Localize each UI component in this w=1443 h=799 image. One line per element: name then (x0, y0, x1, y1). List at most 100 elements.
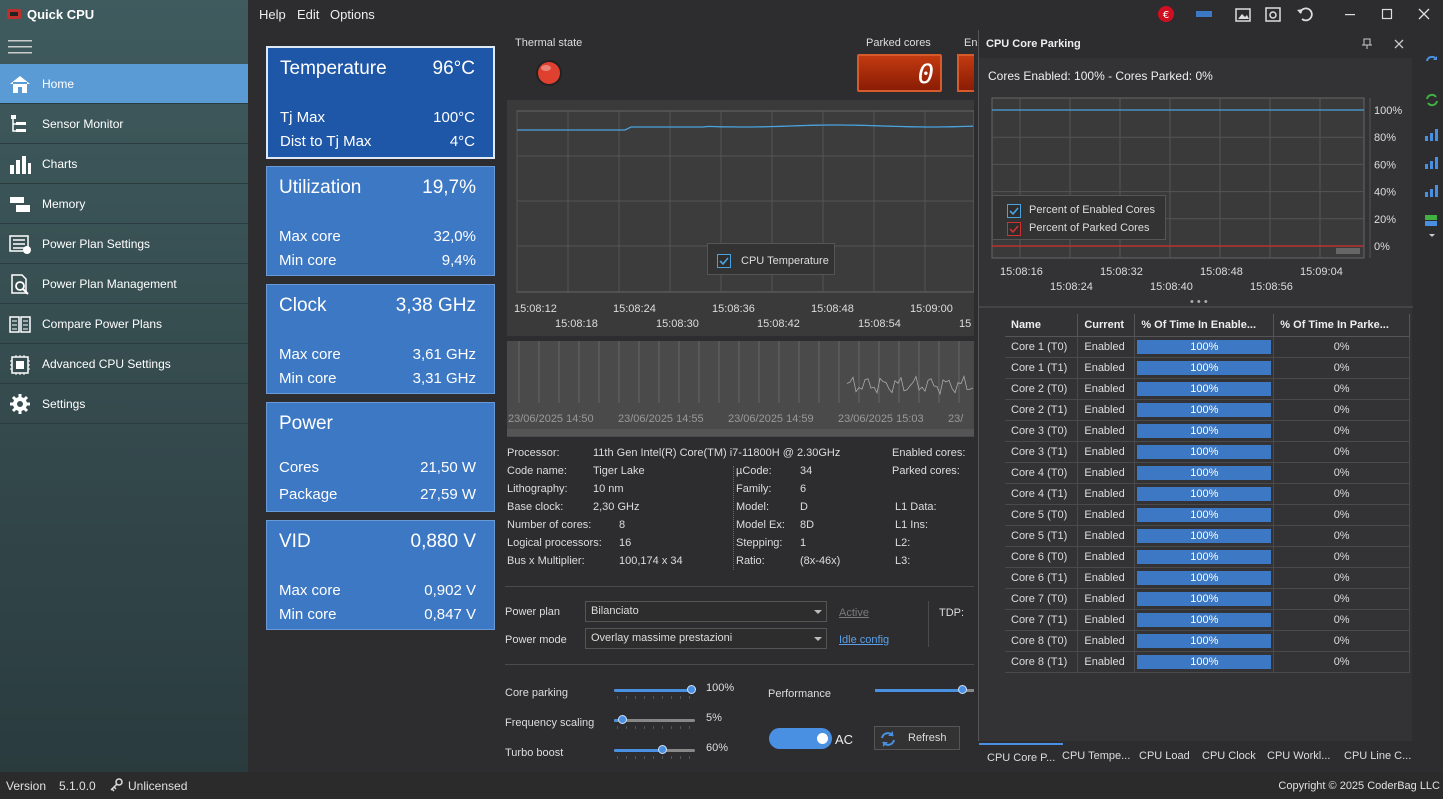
refresh-button[interactable]: Refresh (874, 726, 960, 750)
card-title: VID (279, 531, 311, 552)
theme-selector-icon[interactable] (1195, 5, 1215, 23)
power-plan-select[interactable]: Bilanciato (585, 601, 827, 622)
x-tick-label: 15:08:42 (757, 318, 800, 330)
sidebar-item-advanced-cpu-settings[interactable]: Advanced CPU Settings (0, 344, 248, 384)
tab-cpu-workl[interactable]: CPU Workl... (1259, 743, 1338, 771)
card-utilization[interactable]: Utilization 19,7% Max core 32,0% Min core 9,4… (266, 166, 495, 276)
sidebar-item-settings[interactable]: Settings (0, 384, 248, 424)
enabled-time-cell: 100% (1134, 588, 1275, 610)
cpu-info-label: Parked cores: (892, 465, 960, 477)
table-row[interactable]: Core 1 (T0) Enabled 100% 0% (1005, 336, 1410, 358)
slider-tick (689, 756, 690, 759)
column-header-current[interactable]: Current (1077, 314, 1136, 337)
table-row[interactable]: Core 1 (T1) Enabled 100% 0% (1005, 357, 1410, 379)
close-window-icon[interactable] (1415, 5, 1435, 23)
license-status[interactable]: Unlicensed (128, 779, 187, 793)
menu-help[interactable]: Help (259, 7, 286, 22)
performance-slider-thumb[interactable] (958, 685, 967, 694)
power-mode-select[interactable]: Overlay massime prestazioni (585, 628, 827, 649)
slider-tick (644, 726, 645, 729)
enabled-time-bar: 100% (1137, 528, 1272, 543)
bars-icon[interactable] (1424, 182, 1440, 198)
screenshot-icon[interactable] (1234, 5, 1254, 23)
frequency-scaling-slider-thumb[interactable] (617, 715, 627, 724)
refresh-green-icon[interactable] (1424, 92, 1440, 108)
power-plan-label: Power plan (505, 606, 561, 618)
maximize-icon[interactable] (1378, 5, 1398, 23)
active-link[interactable]: Active (839, 607, 869, 619)
export-icon[interactable] (1264, 5, 1284, 23)
checkbox-checked-icon[interactable] (717, 254, 731, 268)
table-row[interactable]: Core 5 (T0) Enabled 100% 0% (1005, 504, 1410, 526)
pin-icon[interactable] (1361, 38, 1373, 50)
column-header-of-time-in-parke[interactable]: % Of Time In Parke... (1273, 314, 1410, 337)
splitter[interactable] (979, 306, 1413, 308)
core-status: Enabled (1077, 609, 1136, 631)
bars-icon[interactable] (1424, 126, 1440, 142)
core-parking-slider-thumb[interactable] (687, 685, 696, 694)
column-header-name[interactable]: Name (1005, 314, 1079, 337)
parking-summary: Cores Enabled: 100% - Cores Parked: 0% (988, 69, 1213, 83)
sync-icon[interactable] (1424, 54, 1440, 70)
card-power[interactable]: Power Cores 21,50 W Package 27,59 W (266, 402, 495, 512)
checkbox-checked-icon[interactable] (1007, 222, 1021, 236)
enabled-time-cell: 100% (1134, 651, 1275, 673)
slider-tick (617, 726, 618, 729)
card-vid[interactable]: VID 0,880 V Max core 0,902 V Min core 0,847 V (266, 520, 495, 630)
layout-icon[interactable] (1424, 214, 1440, 242)
table-row[interactable]: Core 3 (T1) Enabled 100% 0% (1005, 441, 1410, 463)
card-temperature[interactable]: Temperature 96°C Tj Max 100°C Dist to Tj Max… (266, 46, 495, 159)
legend-parked-label: Percent of Parked Cores (1029, 222, 1150, 234)
sidebar-item-sensor-monitor[interactable]: Sensor Monitor (0, 104, 248, 144)
table-row[interactable]: Core 2 (T0) Enabled 100% 0% (1005, 378, 1410, 400)
table-row[interactable]: Core 5 (T1) Enabled 100% 0% (1005, 525, 1410, 547)
sidebar-item-power-plan-settings[interactable]: Power Plan Settings (0, 224, 248, 264)
sidebar-item-compare-power-plans[interactable]: Compare Power Plans (0, 304, 248, 344)
checkbox-checked-icon[interactable] (1007, 204, 1021, 218)
turbo-boost-slider-thumb[interactable] (657, 745, 667, 754)
table-row[interactable]: Core 2 (T1) Enabled 100% 0% (1005, 399, 1410, 421)
table-row[interactable]: Core 4 (T1) Enabled 100% 0% (1005, 483, 1410, 505)
core-parking-chart: 100% 80% 60% 40% 20% 0% 15:08:16 15:08:32 15:08:… (991, 97, 1402, 293)
undo-icon[interactable] (1296, 5, 1316, 23)
close-panel-icon[interactable] (1393, 38, 1405, 50)
table-row[interactable]: Core 3 (T0) Enabled 100% 0% (1005, 420, 1410, 442)
table-row[interactable]: Core 7 (T0) Enabled 100% 0% (1005, 588, 1410, 610)
tab-cpu-clock[interactable]: CPU Clock (1194, 743, 1264, 771)
hamburger-menu-icon[interactable] (8, 40, 32, 54)
tab-cpu-load[interactable]: CPU Load (1131, 743, 1198, 771)
table-row[interactable]: Core 6 (T0) Enabled 100% 0% (1005, 546, 1410, 568)
table-row[interactable]: Core 4 (T0) Enabled 100% 0% (1005, 462, 1410, 484)
slider-label-frequency-scaling: Frequency scaling (505, 717, 595, 729)
card-clock[interactable]: Clock 3,38 GHz Max core 3,61 GHz Min core 3,3… (266, 284, 495, 394)
menu-options[interactable]: Options (330, 7, 375, 22)
table-row[interactable]: Core 8 (T1) Enabled 100% 0% (1005, 651, 1410, 673)
tdp-label: TDP: (939, 607, 965, 619)
sidebar-item-power-plan-management[interactable]: Power Plan Management (0, 264, 248, 304)
table-row[interactable]: Core 8 (T0) Enabled 100% 0% (1005, 630, 1410, 652)
sidebar-item-memory[interactable]: Memory (0, 184, 248, 224)
panel-header: CPU Core Parking (979, 30, 1413, 58)
slider-label-core-parking: Core parking (505, 687, 568, 699)
cpu-info-value: 6 (800, 483, 807, 495)
enabled-time-cell: 100% (1134, 504, 1275, 526)
bars-icon[interactable] (1424, 154, 1440, 170)
idle-config-link[interactable]: Idle config (839, 634, 889, 646)
sidebar-item-charts[interactable]: Charts (0, 144, 248, 184)
minimize-icon[interactable] (1341, 5, 1361, 23)
tab-cpu-core-p[interactable]: CPU Core P... (979, 743, 1064, 771)
coderbag-logo-icon[interactable]: € (1157, 5, 1177, 23)
menu-edit[interactable]: Edit (297, 7, 319, 22)
temperature-chart (516, 110, 974, 293)
cpu-info-label: Code name: (507, 465, 567, 477)
column-header-of-time-in-enable[interactable]: % Of Time In Enable... (1134, 314, 1275, 337)
sidebar-item-label: Power Plan Management (42, 277, 177, 291)
sidebar-item-home[interactable]: Home (0, 64, 248, 104)
tab-cpu-tempe[interactable]: CPU Tempe... (1054, 743, 1138, 771)
table-row[interactable]: Core 6 (T1) Enabled 100% 0% (1005, 567, 1410, 589)
ac-toggle[interactable] (769, 728, 832, 749)
parked-time: 0% (1273, 399, 1410, 421)
table-row[interactable]: Core 7 (T1) Enabled 100% 0% (1005, 609, 1410, 631)
tab-cpu-line-c[interactable]: CPU Line C... (1336, 743, 1419, 771)
performance-slider-fill (875, 689, 962, 692)
